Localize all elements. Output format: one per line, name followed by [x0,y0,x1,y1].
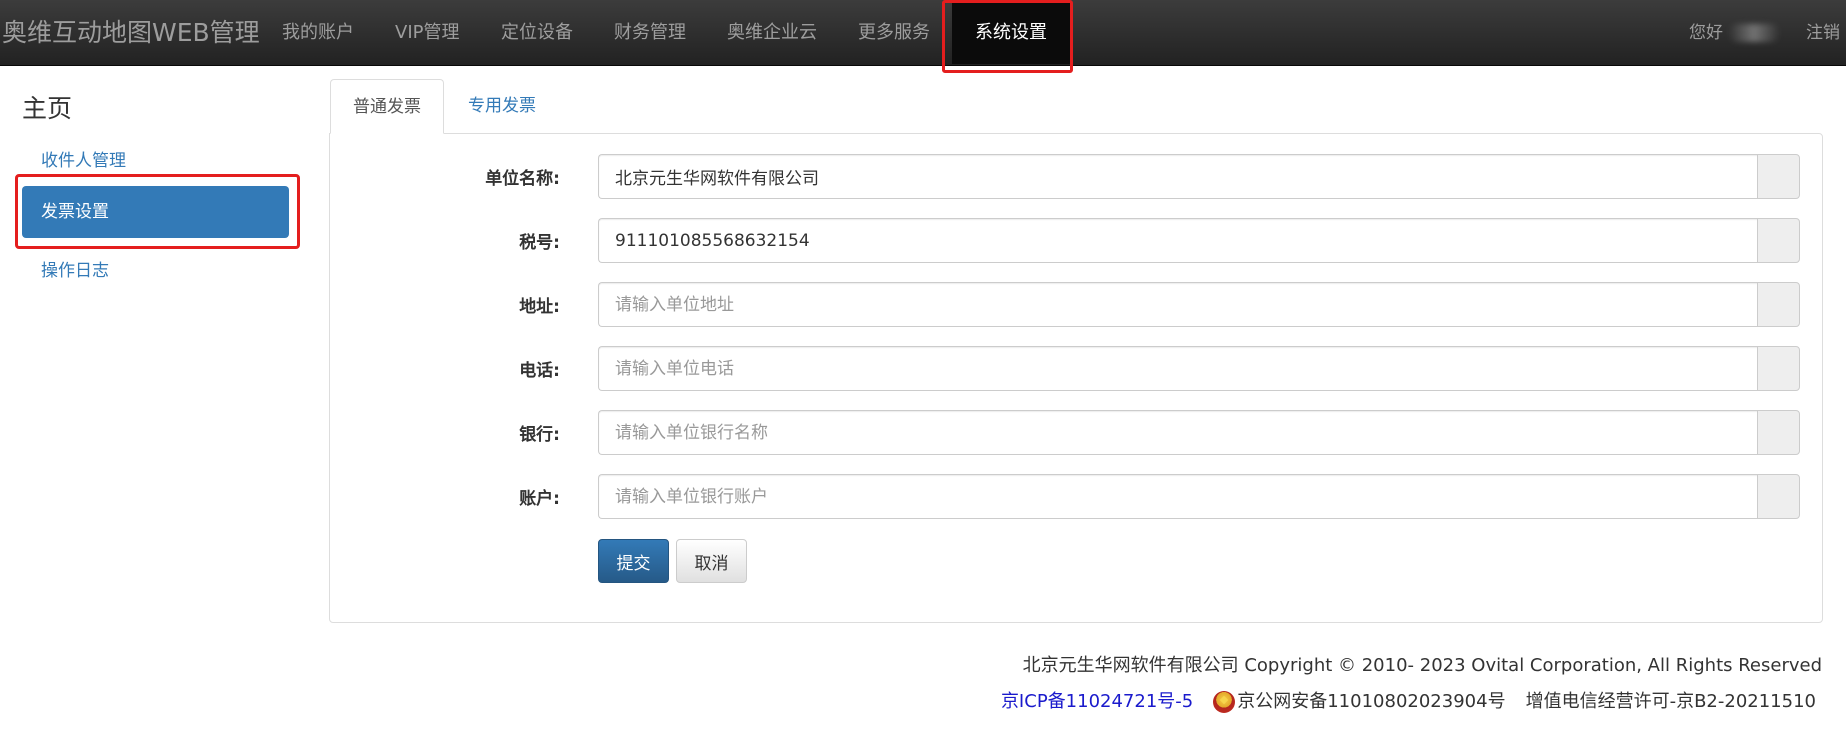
nav-item-finance[interactable]: 财务管理 [614,0,686,66]
nav-item-vip[interactable]: VIP管理 [395,0,459,66]
gongan-record[interactable]: 京公网安备11010802023904号 [1237,689,1505,715]
tax-number-group [598,218,1800,263]
label-account: 账户: [519,489,560,509]
nav-item-system-settings-label: 系统设置 [975,22,1047,43]
logout-link[interactable]: 注销 [1806,0,1840,66]
tax-number-input[interactable] [598,218,1758,263]
telecom-license: 增值电信经营许可-京B2-20211510 [1525,691,1816,712]
address-addon [1757,282,1800,327]
user-greeting: 您好 [1689,23,1723,43]
phone-group [598,346,1800,391]
brand-title[interactable]: 奥维互动地图WEB管理 [2,0,260,66]
phone-addon [1757,346,1800,391]
bank-name-input[interactable] [598,410,1758,455]
footer-registration: 京ICP备11024721号-5 京公网安备11010802023904号 增值… [1001,689,1816,715]
bank-name-addon [1757,410,1800,455]
footer-copyright: 北京元生华网软件有限公司 Copyright © 2010- 2023 Ovit… [1022,655,1822,676]
sidebar-item-recipients[interactable]: 收件人管理 [41,146,126,171]
label-bank: 银行: [519,425,560,445]
bank-account-input[interactable] [598,474,1758,519]
top-navbar: 奥维互动地图WEB管理 我的账户 VIP管理 定位设备 财务管理 奥维企业云 更… [0,0,1846,66]
police-badge-icon [1213,691,1236,713]
nav-item-devices[interactable]: 定位设备 [501,0,573,66]
bank-account-addon [1757,474,1800,519]
nav-item-more-services[interactable]: 更多服务 [858,0,930,66]
account-group [598,474,1800,519]
address-group [598,282,1800,327]
sidebar-item-invoice-settings-label: 发票设置 [41,202,109,222]
submit-button[interactable]: 提交 [598,539,669,583]
tab-normal-invoice[interactable]: 普通发票 [330,79,444,134]
icp-link[interactable]: 京ICP备11024721号-5 [1001,689,1193,715]
cancel-button[interactable]: 取消 [676,539,747,583]
company-name-addon [1757,154,1800,199]
label-tax-number: 税号: [519,233,560,253]
address-input[interactable] [598,282,1758,327]
label-phone: 电话: [519,361,560,381]
bank-group [598,410,1800,455]
tab-special-invoice[interactable]: 专用发票 [454,79,550,134]
phone-input[interactable] [598,346,1758,391]
sidebar-item-operation-log[interactable]: 操作日志 [41,256,109,281]
sidebar-item-invoice-settings[interactable]: 发票设置 [22,186,289,238]
label-company-name: 单位名称: [485,169,560,189]
company-name-group [598,154,1800,199]
nav-item-my-account[interactable]: 我的账户 [282,0,354,66]
sidebar-title: 主页 [22,94,73,123]
tab-normal-invoice-label: 普通发票 [353,97,421,117]
label-address: 地址: [519,297,560,317]
username-redacted [1728,24,1780,42]
nav-item-enterprise-cloud[interactable]: 奥维企业云 [727,0,817,66]
nav-item-system-settings[interactable]: 系统设置 [952,2,1070,64]
company-name-input[interactable] [598,154,1758,199]
tax-number-addon [1757,218,1800,263]
